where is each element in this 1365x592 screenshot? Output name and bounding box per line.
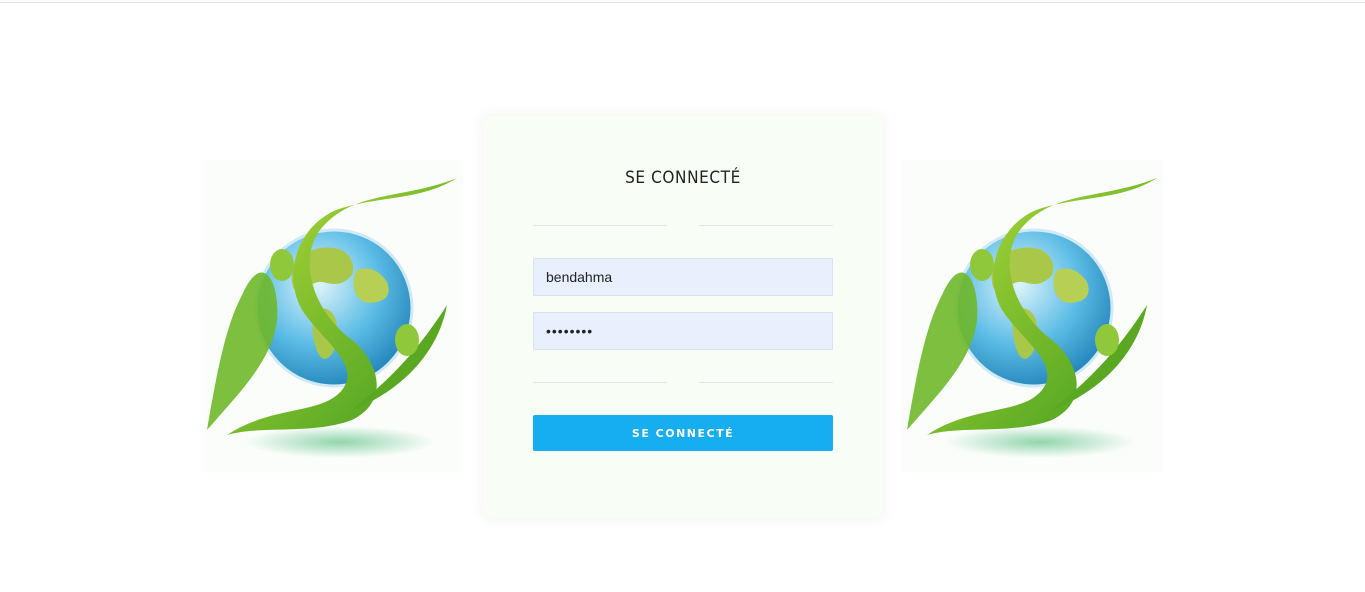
username-input[interactable] [533, 258, 833, 296]
title-divider-left [533, 225, 667, 226]
form-divider-right [699, 382, 833, 383]
title-divider-right [699, 225, 833, 226]
globe-leaf-logo-left [202, 160, 462, 472]
globe-leaf-icon [907, 178, 1157, 458]
form-divider-left [533, 382, 667, 383]
login-card: SE CONNECTÉ SE CONNECTÉ [483, 116, 883, 518]
top-border [0, 2, 1365, 3]
login-submit-label: SE CONNECTÉ [631, 426, 735, 440]
globe-leaf-icon [207, 178, 457, 458]
login-title: SE CONNECTÉ [625, 168, 741, 188]
password-input[interactable] [533, 312, 833, 350]
login-submit-button[interactable]: SE CONNECTÉ [533, 415, 833, 451]
globe-leaf-logo-right [902, 160, 1162, 472]
